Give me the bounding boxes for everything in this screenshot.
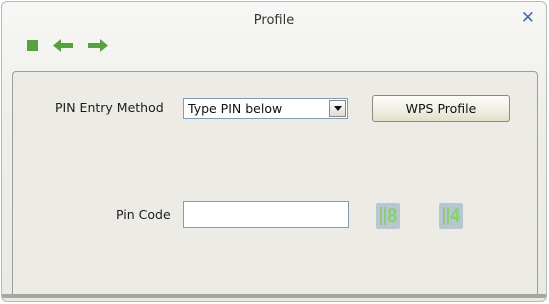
close-icon[interactable]: ✕: [521, 8, 535, 28]
stop-icon[interactable]: [27, 40, 38, 51]
dropdown-arrow-button[interactable]: [329, 100, 346, 117]
wps-profile-button[interactable]: WPS Profile: [372, 95, 510, 122]
pin-code-input[interactable]: [183, 201, 349, 228]
pin-4-digit-label: 4: [449, 205, 461, 227]
pin-4-digit-button[interactable]: 4: [439, 203, 463, 229]
toolbar: [27, 39, 123, 52]
pin-entry-method-label: PIN Entry Method: [55, 100, 164, 115]
pin-code-label: Pin Code: [116, 207, 171, 222]
profile-dialog: Profile ✕ PIN Entry Method Type PIN belo…: [1, 1, 547, 302]
bars-icon: [443, 207, 449, 225]
forward-arrow-icon[interactable]: [88, 39, 108, 52]
pin-8-digit-label: 8: [386, 205, 398, 227]
dialog-title: Profile: [253, 13, 295, 28]
status-bar: [2, 294, 546, 298]
chevron-down-icon: [334, 106, 342, 111]
bars-icon: [380, 207, 386, 225]
pin-entry-method-value: Type PIN below: [188, 101, 283, 116]
back-arrow-icon[interactable]: [53, 39, 73, 52]
pin-entry-method-select[interactable]: Type PIN below: [183, 98, 348, 119]
pin-8-digit-button[interactable]: 8: [376, 203, 400, 229]
